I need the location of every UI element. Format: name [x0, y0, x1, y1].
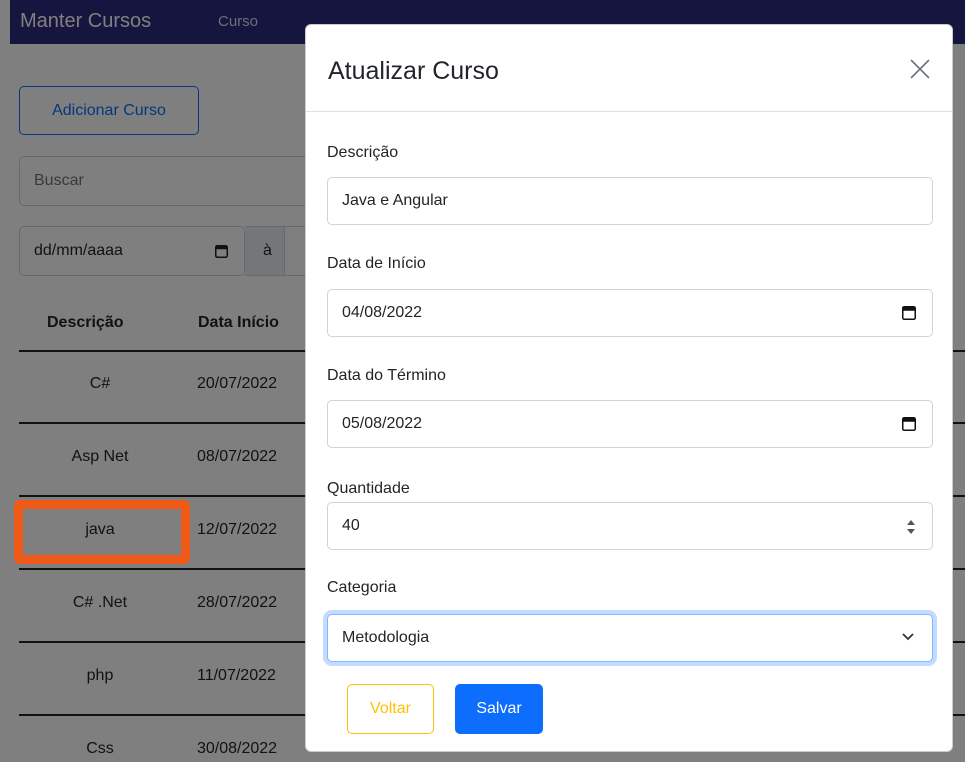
- category-select[interactable]: Metodologia: [327, 614, 933, 662]
- start-date-value: 04/08/2022: [342, 304, 423, 321]
- back-button[interactable]: Voltar: [347, 684, 434, 734]
- quantity-label: Quantidade: [327, 480, 410, 497]
- description-field[interactable]: Java e Angular: [327, 177, 933, 225]
- quantity-value: 40: [342, 517, 360, 534]
- calendar-icon[interactable]: [902, 417, 916, 431]
- calendar-icon[interactable]: [902, 306, 916, 320]
- end-date-field[interactable]: 05/08/2022: [327, 400, 933, 448]
- category-label: Categoria: [327, 579, 397, 596]
- start-date-label: Data de Início: [327, 255, 426, 272]
- close-icon[interactable]: [908, 57, 932, 81]
- modal-title: Atualizar Curso: [328, 57, 499, 85]
- chevron-down-icon: [902, 633, 914, 641]
- quantity-stepper[interactable]: 40: [327, 502, 933, 550]
- start-date-field[interactable]: 04/08/2022: [327, 289, 933, 337]
- save-button[interactable]: Salvar: [455, 684, 543, 734]
- modal-header: Atualizar Curso: [306, 25, 952, 112]
- end-date-value: 05/08/2022: [342, 415, 423, 432]
- end-date-label: Data do Término: [327, 367, 446, 384]
- description-label: Descrição: [327, 144, 399, 161]
- category-value: Metodologia: [342, 629, 430, 646]
- spinner-arrows-icon[interactable]: [906, 517, 916, 537]
- update-course-modal: Atualizar Curso Descrição Java e Angular…: [305, 24, 953, 752]
- highlight-annotation: [14, 500, 190, 564]
